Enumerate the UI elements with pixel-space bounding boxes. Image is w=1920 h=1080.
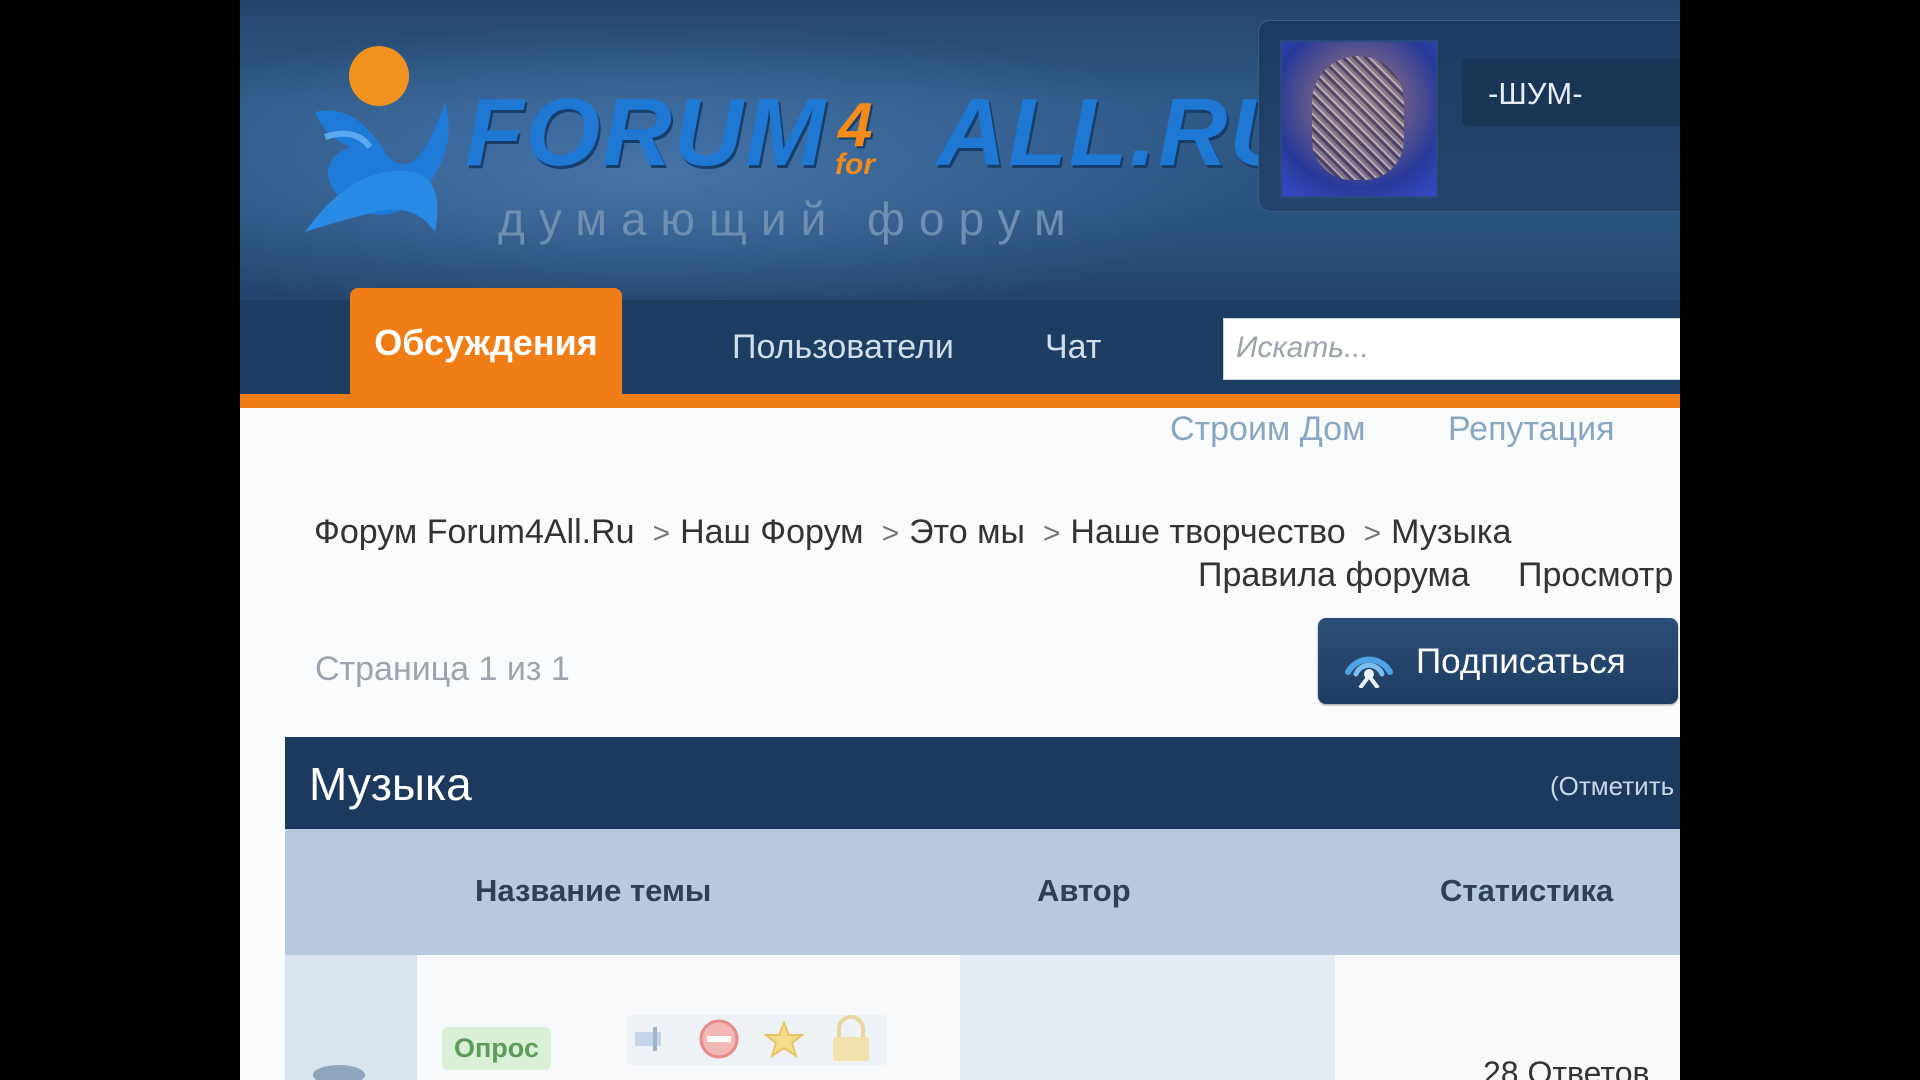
topic-status-icon [313, 1065, 365, 1080]
feed-icon [1345, 656, 1393, 688]
page-count: Страница 1 из 1 [315, 650, 570, 688]
breadcrumb-item-current[interactable]: Музыка [1391, 513, 1511, 551]
topic-status-cell [285, 955, 417, 1080]
username: -ШУМ- [1488, 76, 1583, 111]
search-box [1223, 318, 1680, 380]
forum-title: Музыка [309, 758, 472, 810]
breadcrumb-item[interactable]: Наш Форум [680, 513, 863, 551]
subscribe-label: Подписаться [1416, 642, 1626, 681]
link-reputation[interactable]: Репутация [1448, 410, 1614, 449]
tab-discussions[interactable]: Обсуждения [350, 288, 622, 396]
browser-viewport: FORUM ALL.RU 4 for думающий форум -ШУМ- О… [240, 0, 1680, 1080]
logo-title[interactable]: FORUM ALL.RU [465, 78, 1301, 188]
topic-blocked-icon [699, 1019, 739, 1059]
topic-star-icon [763, 1020, 805, 1059]
table-column-headers: Название темы Автор Статистика [285, 829, 1680, 955]
topic-sticky-icon [635, 1027, 661, 1051]
topic-lock-icon [833, 1015, 869, 1061]
topic-author-cell [960, 955, 1335, 1080]
breadcrumb-item[interactable]: Это мы [909, 513, 1025, 551]
site-header: FORUM ALL.RU 4 for думающий форум -ШУМ- [240, 0, 1680, 300]
logo-subtitle: думающий форум [498, 193, 1080, 245]
user-menu[interactable]: -ШУМ- [1462, 58, 1680, 126]
tab-chat[interactable]: Чат [1045, 328, 1101, 367]
avatar[interactable] [1280, 40, 1438, 198]
search-input[interactable] [1224, 319, 1680, 377]
tab-discussions-label: Обсуждения [374, 322, 598, 363]
breadcrumb: Форум Forum4All.Ru > Наш Форум > Это мы > Наше… [314, 513, 1511, 552]
column-header-topic[interactable]: Название темы [475, 873, 711, 909]
mark-read-link[interactable]: (Отметить [1550, 771, 1674, 802]
breadcrumb-item[interactable]: Форум Forum4All.Ru [314, 513, 635, 551]
topic-title-cell: Опрос [417, 955, 960, 1080]
column-header-stats[interactable]: Статистика [1440, 873, 1613, 909]
nav-accent-line [240, 394, 1680, 408]
logo-figure-icon[interactable] [295, 42, 465, 262]
topic-icons [627, 1015, 887, 1065]
avatar-face [1312, 56, 1404, 180]
link-view[interactable]: Просмотр [1518, 556, 1673, 595]
table-row[interactable]: Опрос 28 Ответов [285, 955, 1680, 1080]
breadcrumb-item[interactable]: Наше творчество [1070, 513, 1345, 551]
column-header-author[interactable]: Автор [1037, 873, 1131, 909]
tab-users[interactable]: Пользователи [732, 328, 954, 367]
subscribe-button[interactable]: Подписаться [1318, 618, 1678, 704]
link-build-house[interactable]: Строим Дом [1170, 410, 1365, 449]
breadcrumb-separator: > [1042, 517, 1061, 550]
logo-for: for [835, 148, 875, 181]
forum-header: Музыка (Отметить [285, 737, 1680, 829]
topic-stats-cell: 28 Ответов [1335, 955, 1680, 1080]
breadcrumb-separator: > [881, 517, 900, 550]
link-forum-rules[interactable]: Правила форума [1198, 556, 1470, 595]
reply-count: 28 Ответов [1483, 1055, 1650, 1080]
poll-badge: Опрос [442, 1027, 551, 1070]
breadcrumb-separator: > [1363, 517, 1382, 550]
breadcrumb-separator: > [652, 517, 671, 550]
